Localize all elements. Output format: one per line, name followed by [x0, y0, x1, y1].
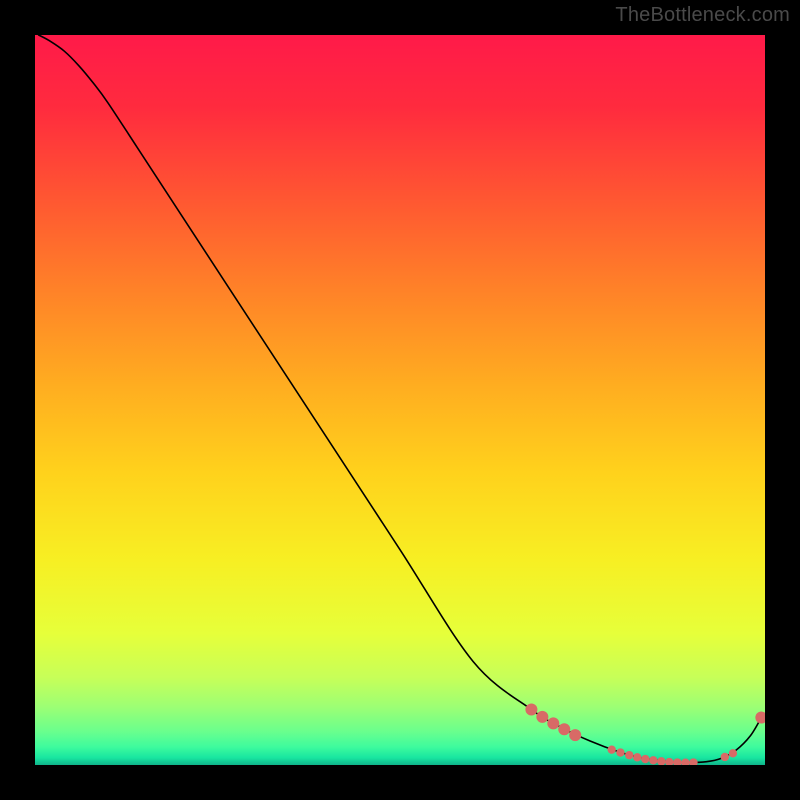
- data-point: [547, 717, 559, 729]
- data-point: [625, 751, 633, 759]
- chart-frame: TheBottleneck.com: [0, 0, 800, 800]
- data-point: [616, 748, 624, 756]
- data-point: [536, 711, 548, 723]
- data-point: [633, 753, 641, 761]
- data-point: [558, 723, 570, 735]
- data-point: [641, 755, 649, 763]
- chart-svg: [35, 35, 765, 765]
- data-point: [649, 756, 657, 764]
- attribution-text: TheBottleneck.com: [615, 4, 790, 27]
- data-point: [729, 749, 737, 757]
- data-point: [608, 745, 616, 753]
- chart-background: [35, 35, 765, 765]
- data-point: [569, 729, 581, 741]
- data-point: [721, 753, 729, 761]
- bottleneck-chart: [35, 35, 765, 765]
- data-point: [525, 704, 537, 716]
